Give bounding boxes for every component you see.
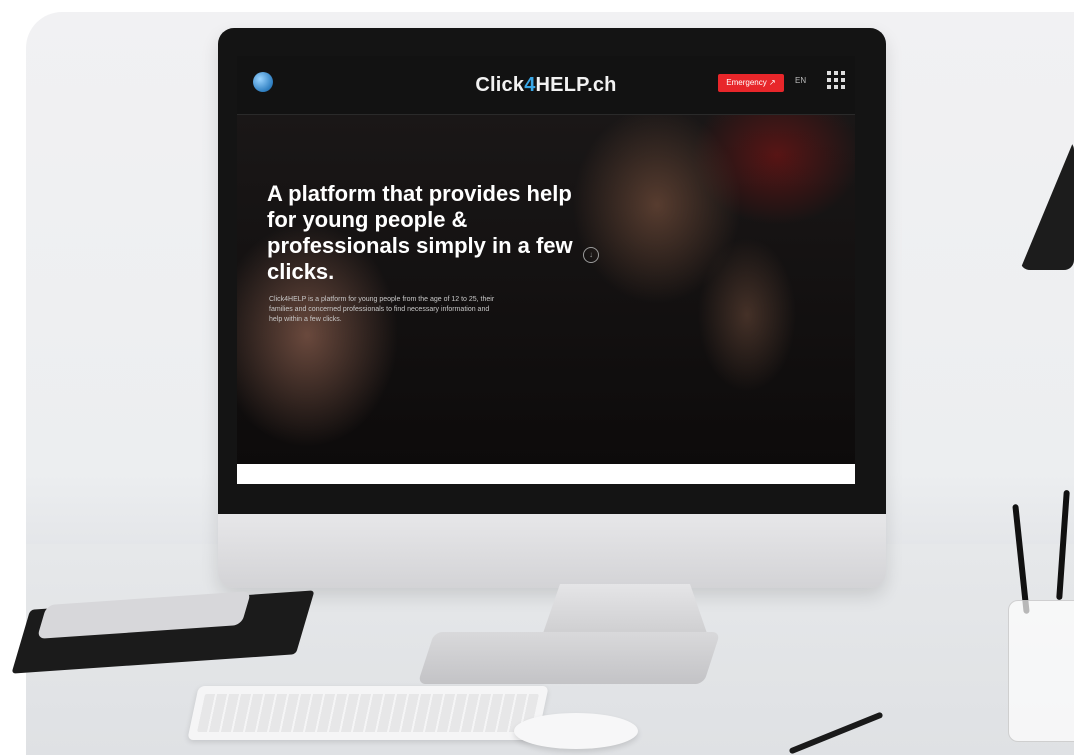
monitor-base — [417, 632, 721, 684]
hero-text: Click4HELP is a platform for young peopl… — [269, 296, 495, 323]
keyboard-keys — [196, 694, 540, 732]
hero-section: A platform that provides help for young … — [237, 115, 855, 465]
hero-title: A platform that provides help for young … — [267, 181, 573, 284]
monitor-screen: Click4HELP.ch Emergency ↗ EN A platform … — [237, 56, 855, 484]
brand-suffix: HELP.ch — [535, 74, 617, 96]
content-section — [237, 464, 855, 484]
language-switch[interactable]: EN — [795, 76, 806, 85]
monitor-chin — [218, 514, 886, 588]
arrow-down-icon[interactable]: ↓ — [583, 247, 599, 263]
mouse — [514, 713, 638, 749]
grid-menu-icon[interactable] — [827, 71, 845, 89]
emergency-button[interactable]: Emergency ↗ — [718, 74, 784, 92]
keyboard — [187, 686, 549, 740]
brand-accent: 4 — [524, 74, 536, 96]
pencil-cup — [1008, 600, 1074, 742]
site-header: Click4HELP.ch Emergency ↗ EN — [237, 56, 855, 115]
brand-prefix: Click — [475, 74, 525, 96]
